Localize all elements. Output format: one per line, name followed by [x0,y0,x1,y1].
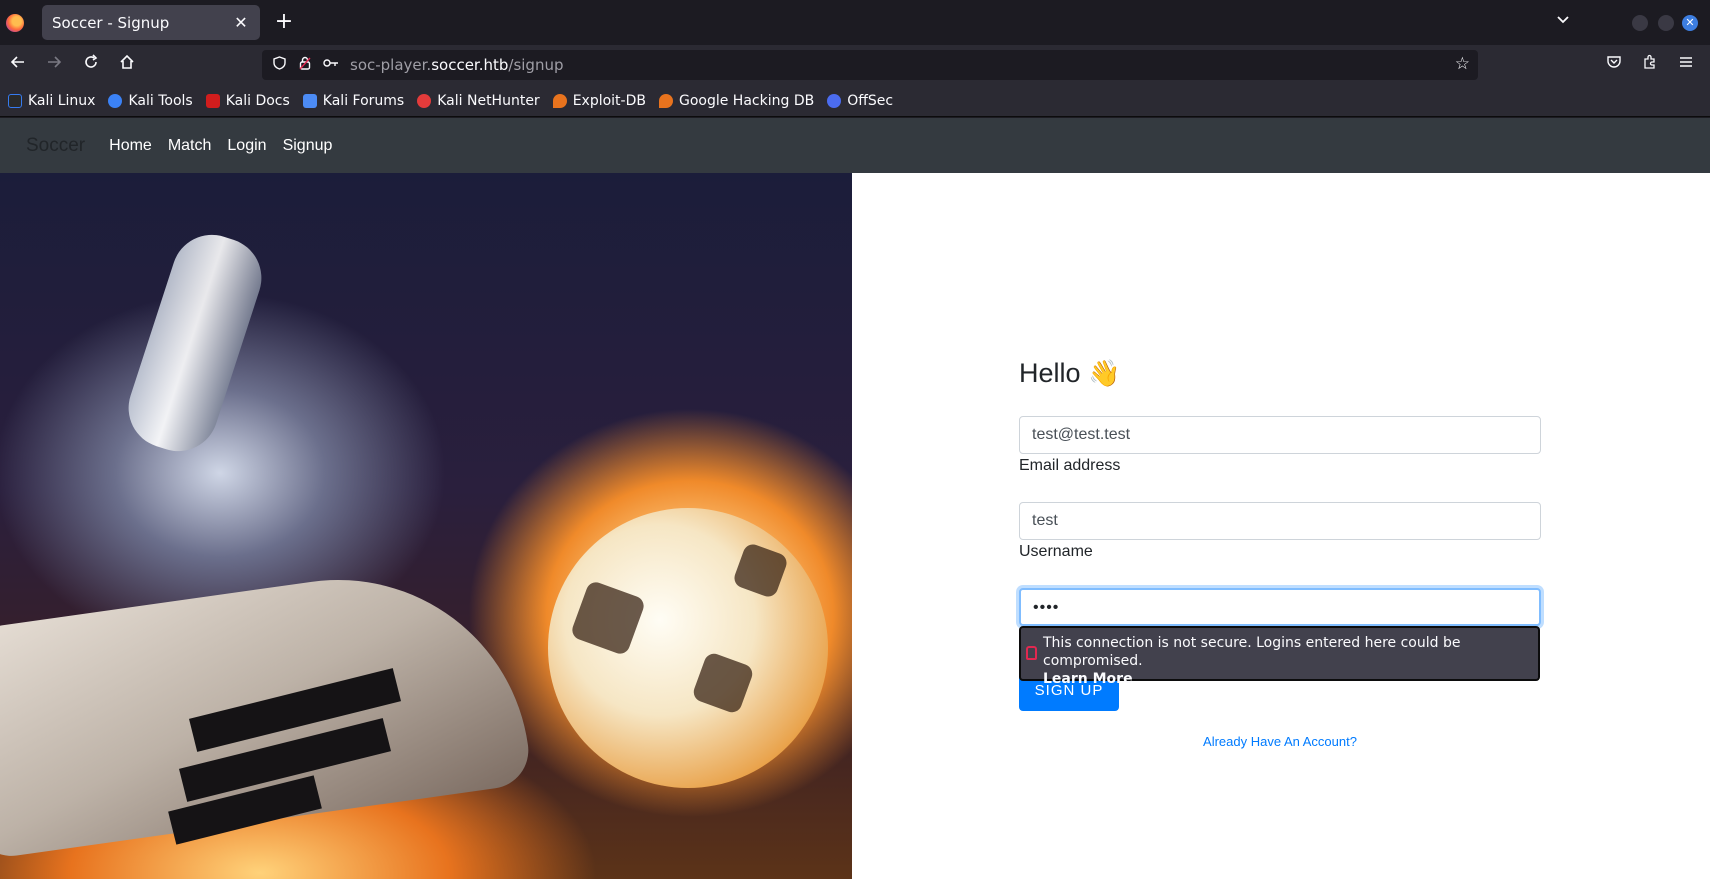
kali-forums-icon [302,93,317,108]
email-field[interactable]: test@test.test [1019,416,1541,454]
close-window-icon[interactable]: ✕ [1682,15,1698,31]
ball-patch [569,579,647,657]
bookmark-exploit-db[interactable]: Exploit-DB [552,93,646,109]
bookmark-kali-forums[interactable]: Kali Forums [302,93,404,109]
site-brand[interactable]: Soccer [26,135,85,157]
bookmark-kali-docs[interactable]: Kali Docs [205,93,290,109]
home-icon[interactable] [115,53,139,77]
firefox-logo-icon [6,14,24,32]
nethunter-icon [417,93,432,108]
url-bar[interactable]: soc-player.soccer.htb/signup ☆ [262,50,1478,80]
new-tab-button[interactable]: + [272,9,296,35]
warning-text: This connection is not secure. Logins en… [1043,635,1461,669]
extensions-icon[interactable] [1638,53,1662,77]
hero-image [0,173,852,879]
bookmark-kali-linux[interactable]: Kali Linux [8,93,95,109]
back-icon[interactable] [6,53,30,77]
browser-toolbar: soc-player.soccer.htb/signup ☆ [0,45,1710,85]
key-icon[interactable] [322,57,340,73]
nav-home[interactable]: Home [109,137,152,155]
url-text: soc-player.soccer.htb/signup [350,56,564,74]
flaming-ball-image [548,508,828,788]
minimize-window-icon[interactable] [1632,15,1648,31]
login-link[interactable]: Already Have An Account? [1019,734,1541,749]
bookmark-kali-tools[interactable]: Kali Tools [108,93,193,109]
kali-docs-icon [205,93,220,108]
bookmarks-toolbar: Kali Linux Kali Tools Kali Docs Kali For… [0,85,1710,117]
nav-match[interactable]: Match [168,137,212,155]
password-field[interactable]: •••• [1019,588,1541,626]
ball-patch [690,650,756,716]
kali-dragon-icon [8,93,22,108]
insecure-login-warning: This connection is not secure. Logins en… [1019,626,1540,687]
browser-tab[interactable]: Soccer - Signup ✕ [42,5,260,40]
nav-signup[interactable]: Signup [283,137,333,155]
bookmark-kali-nethunter[interactable]: Kali NetHunter [417,93,540,109]
offsec-icon [827,93,842,108]
list-tabs-chevron-icon[interactable] [1556,12,1570,31]
bookmark-google-hacking-db[interactable]: Google Hacking DB [658,93,814,109]
browser-tab-bar: Soccer - Signup ✕ + ✕ [0,0,1710,45]
nav-login[interactable]: Login [227,137,266,155]
exploit-db-icon [552,93,567,108]
google-hacking-db-icon [658,93,673,108]
insecure-lock-icon[interactable] [296,56,314,74]
username-label: Username [1019,543,1093,560]
forward-icon[interactable] [42,53,66,77]
kali-tools-icon [108,93,123,108]
email-label: Email address [1019,457,1121,474]
page-title: Hello 👋 [1019,358,1121,388]
ball-patch [731,541,790,600]
bookmark-star-icon[interactable]: ☆ [1455,54,1470,74]
menu-hamburger-icon[interactable] [1674,53,1698,77]
username-field[interactable]: test [1019,502,1541,540]
waving-hand-icon: 👋 [1088,358,1121,388]
password-mask: •••• [1033,599,1060,616]
bookmark-offsec[interactable]: OffSec [827,93,893,109]
insecure-lock-icon [1026,646,1037,660]
web-page: Soccer Home Match Login Signup Hello 👋 t… [0,118,1710,879]
boot-stud-image [118,224,272,462]
tab-title: Soccer - Signup [52,13,170,32]
maximize-window-icon[interactable] [1658,15,1674,31]
site-navbar: Soccer Home Match Login Signup [0,118,1710,173]
tracking-shield-icon[interactable] [270,56,288,74]
tab-close-icon[interactable]: ✕ [232,13,250,32]
learn-more-link[interactable]: Learn More [1043,671,1133,687]
reload-icon[interactable] [79,53,103,77]
pocket-icon[interactable] [1602,53,1626,77]
